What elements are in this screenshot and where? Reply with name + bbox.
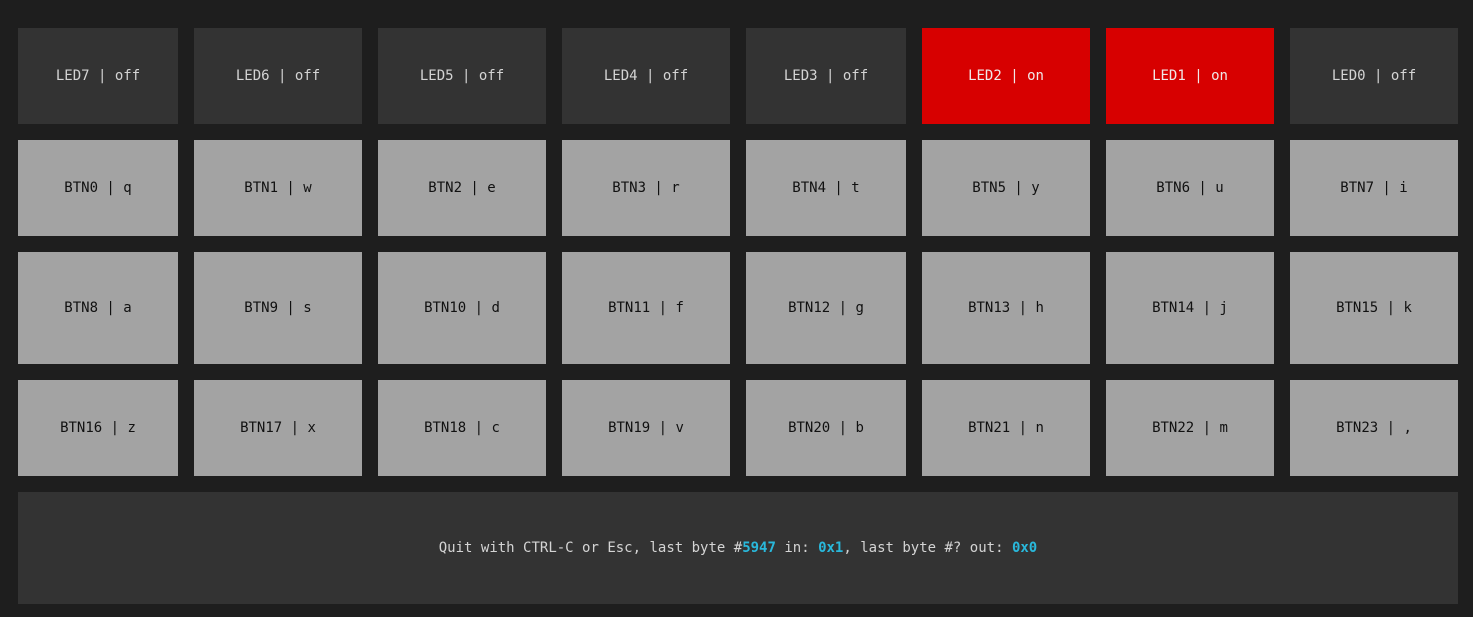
btn-13-button[interactable]: BTN13 | h <box>922 252 1090 364</box>
btn-7-button[interactable]: BTN7 | i <box>1290 140 1458 236</box>
led-6-indicator: LED6 | off <box>194 28 362 124</box>
btn-6-button[interactable]: BTN6 | u <box>1106 140 1274 236</box>
led-5-indicator: LED5 | off <box>378 28 546 124</box>
btn-12-button[interactable]: BTN12 | g <box>746 252 906 364</box>
btn-14-button[interactable]: BTN14 | j <box>1106 252 1274 364</box>
btn-15-button[interactable]: BTN15 | k <box>1290 252 1458 364</box>
led-1-indicator: LED1 | on <box>1106 28 1274 124</box>
btn-2-button[interactable]: BTN2 | e <box>378 140 546 236</box>
btn-8-button[interactable]: BTN8 | a <box>18 252 178 364</box>
btn-16-button[interactable]: BTN16 | z <box>18 380 178 476</box>
btn-21-button[interactable]: BTN21 | n <box>922 380 1090 476</box>
btn-9-button[interactable]: BTN9 | s <box>194 252 362 364</box>
btn-20-button[interactable]: BTN20 | b <box>746 380 906 476</box>
status-in-value: 0x1 <box>818 540 844 556</box>
btn-19-button[interactable]: BTN19 | v <box>562 380 730 476</box>
btn-23-button[interactable]: BTN23 | , <box>1290 380 1458 476</box>
btn-17-button[interactable]: BTN17 | x <box>194 380 362 476</box>
led-0-indicator: LED0 | off <box>1290 28 1458 124</box>
btn-18-button[interactable]: BTN18 | c <box>378 380 546 476</box>
led-4-indicator: LED4 | off <box>562 28 730 124</box>
status-in-label: in: <box>775 540 819 556</box>
status-bar: Quit with CTRL-C or Esc, last byte #5947… <box>18 492 1458 604</box>
led-3-indicator: LED3 | off <box>746 28 906 124</box>
btn-1-button[interactable]: BTN1 | w <box>194 140 362 236</box>
btn-11-button[interactable]: BTN11 | f <box>562 252 730 364</box>
btn-10-button[interactable]: BTN10 | d <box>378 252 546 364</box>
btn-4-button[interactable]: BTN4 | t <box>746 140 906 236</box>
btn-5-button[interactable]: BTN5 | y <box>922 140 1090 236</box>
led-2-indicator: LED2 | on <box>922 28 1090 124</box>
led-7-indicator: LED7 | off <box>18 28 178 124</box>
status-mid: , last byte #? out: <box>843 540 1012 556</box>
btn-22-button[interactable]: BTN22 | m <box>1106 380 1274 476</box>
btn-0-button[interactable]: BTN0 | q <box>18 140 178 236</box>
btn-3-button[interactable]: BTN3 | r <box>562 140 730 236</box>
status-out-value: 0x0 <box>1011 540 1038 556</box>
status-in-count: 5947 <box>742 540 776 556</box>
status-prefix: Quit with CTRL-C or Esc, last byte # <box>438 540 743 556</box>
